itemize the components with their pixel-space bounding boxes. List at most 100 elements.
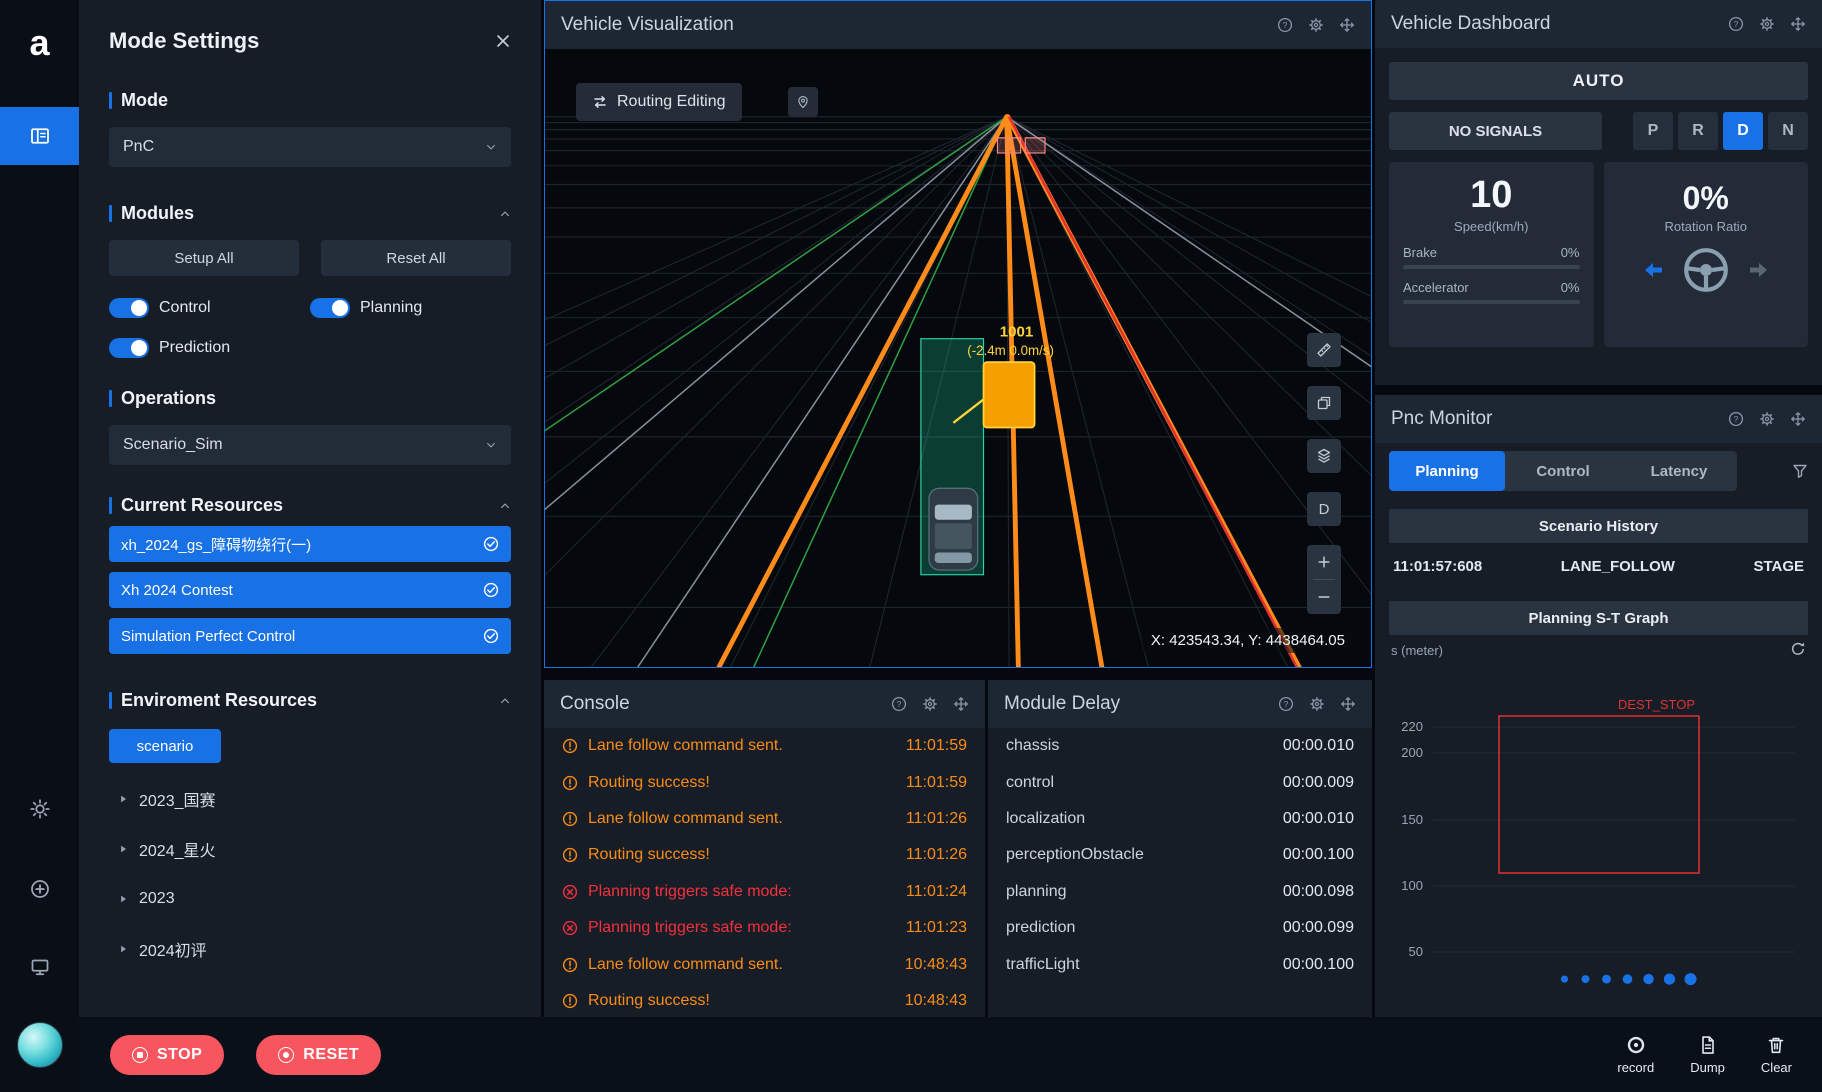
module-delay-row: control00:00.009 xyxy=(988,764,1372,800)
brake-bar xyxy=(1403,265,1580,269)
resource-item[interactable]: xh_2024_gs_障碍物绕行(一) xyxy=(109,526,511,562)
operations-select[interactable]: Scenario_Sim xyxy=(109,425,511,465)
chevron-up-icon[interactable] xyxy=(499,208,511,220)
mode-select[interactable]: PnC xyxy=(109,127,511,167)
resource-item-label: xh_2024_gs_障碍物绕行(一) xyxy=(121,534,311,555)
pnc-tab[interactable]: Planning xyxy=(1389,451,1505,491)
mode-section-label: Mode xyxy=(121,90,511,111)
operations-select-value: Scenario_Sim xyxy=(123,436,223,454)
help-icon[interactable] xyxy=(1278,696,1294,712)
caret-right-icon xyxy=(117,893,129,905)
clear-button[interactable]: Clear xyxy=(1761,1035,1792,1075)
module-name: control xyxy=(1006,774,1054,792)
apollo-logo: a xyxy=(0,22,79,64)
signals-indicator: NO SIGNALS xyxy=(1389,112,1602,150)
module-name: chassis xyxy=(1006,737,1059,755)
accelerator-percent: 0% xyxy=(1561,280,1580,295)
help-icon[interactable] xyxy=(891,696,907,712)
layers-icon xyxy=(1316,448,1332,464)
dest-stop-label: DEST_STOP xyxy=(1618,697,1695,712)
reset-button[interactable]: RESET xyxy=(256,1035,381,1075)
help-icon[interactable] xyxy=(1277,17,1293,33)
help-icon[interactable] xyxy=(1728,411,1744,427)
tree-item[interactable]: 2023_国赛 xyxy=(109,784,511,813)
section-operations: Operations xyxy=(109,388,511,409)
prediction-toggle[interactable] xyxy=(109,338,149,358)
resource-item[interactable]: Simulation Perfect Control xyxy=(109,618,511,654)
tree-item[interactable]: 2023 xyxy=(109,884,511,913)
zoom-in-button[interactable] xyxy=(1307,545,1341,579)
common-routing-button[interactable] xyxy=(788,87,818,117)
stop-button[interactable]: STOP xyxy=(110,1035,224,1075)
move-panel-icon[interactable] xyxy=(1340,696,1356,712)
section-mode: Mode xyxy=(109,90,511,111)
user-avatar[interactable] xyxy=(17,1022,63,1068)
add-panel-button[interactable] xyxy=(0,879,79,899)
settings-gear-icon[interactable] xyxy=(1309,696,1325,712)
ruler-tool-button[interactable] xyxy=(1307,333,1341,367)
settings-gear-icon[interactable] xyxy=(1759,411,1775,427)
module-delay-value: 00:00.010 xyxy=(1283,810,1354,828)
layers-button[interactable] xyxy=(1307,439,1341,473)
module-name: localization xyxy=(1006,810,1085,828)
console-log-row: Planning triggers safe mode: 11:01:24 xyxy=(544,874,985,910)
check-circle-icon xyxy=(483,582,499,598)
ego-vehicle[interactable] xyxy=(929,488,978,570)
section-modules: Modules xyxy=(109,203,511,224)
theme-toggle-button[interactable] xyxy=(0,799,79,819)
settings-gear-icon[interactable] xyxy=(1759,16,1775,32)
resource-manager-button[interactable] xyxy=(0,957,79,977)
speed-card: 10 Speed(km/h) Brake 0% Accelerator 0% xyxy=(1389,162,1594,347)
module-delay-value: 00:00.098 xyxy=(1283,883,1354,901)
refresh-icon[interactable] xyxy=(1790,641,1806,657)
tree-item[interactable]: 2024初评 xyxy=(109,934,511,963)
move-panel-icon[interactable] xyxy=(1790,16,1806,32)
record-button[interactable]: record xyxy=(1617,1035,1654,1075)
settings-gear-icon[interactable] xyxy=(922,696,938,712)
module-delay-value: 00:00.099 xyxy=(1283,919,1354,937)
accelerator-bar xyxy=(1403,300,1580,304)
scenario-tag-button[interactable]: scenario xyxy=(109,729,221,763)
zoom-out-button[interactable] xyxy=(1307,580,1341,614)
module-name: planning xyxy=(1006,883,1067,901)
move-panel-icon[interactable] xyxy=(1339,17,1355,33)
caret-right-icon xyxy=(117,943,129,955)
move-panel-icon[interactable] xyxy=(953,696,969,712)
chevron-up-icon[interactable] xyxy=(499,695,511,707)
copy-view-button[interactable] xyxy=(1307,386,1341,420)
tree-item[interactable]: 2024_星火 xyxy=(109,834,511,863)
plus-circle-icon xyxy=(30,879,50,899)
panel-header: Vehicle Visualization xyxy=(545,1,1371,49)
pnc-tab[interactable]: Control xyxy=(1505,451,1621,491)
sidebar-item-mode-settings[interactable] xyxy=(0,107,79,165)
pnc-tab[interactable]: Latency xyxy=(1621,451,1737,491)
chevron-up-icon[interactable] xyxy=(499,500,511,512)
view-mode-d-button[interactable]: D xyxy=(1307,492,1341,526)
console-title: Console xyxy=(560,693,891,715)
setup-all-button[interactable]: Setup All xyxy=(109,240,299,276)
filter-icon[interactable] xyxy=(1792,463,1808,479)
planning-toggle[interactable] xyxy=(310,298,350,318)
module-name: trafficLight xyxy=(1006,956,1080,974)
console-log-time: 11:01:26 xyxy=(906,810,967,828)
far-obstacles xyxy=(997,138,1045,153)
viz-canvas-area: 1001 (-2.4m 0.0m/s) Routing Editing D xyxy=(545,49,1371,667)
help-icon[interactable] xyxy=(1728,16,1744,32)
control-toggle[interactable] xyxy=(109,298,149,318)
copy-icon xyxy=(1316,395,1332,411)
reset-button-label: RESET xyxy=(303,1046,359,1064)
routing-editing-button[interactable]: Routing Editing xyxy=(576,83,742,121)
3d-scene-canvas[interactable]: 1001 (-2.4m 0.0m/s) xyxy=(545,49,1371,667)
console-log-row: Lane follow command sent. 10:48:43 xyxy=(544,946,985,982)
dump-button[interactable]: Dump xyxy=(1690,1035,1725,1075)
close-icon[interactable] xyxy=(495,33,511,49)
console-panel: Console Lane follow command sent. 11:01:… xyxy=(544,680,985,1017)
settings-gear-icon[interactable] xyxy=(1308,17,1324,33)
resource-item[interactable]: Xh 2024 Contest xyxy=(109,572,511,608)
move-panel-icon[interactable] xyxy=(1790,411,1806,427)
rotation-value: 0% xyxy=(1618,182,1795,216)
module-delay-row: localization 00:00.010 xyxy=(988,801,1372,837)
current-resources-label: Current Resources xyxy=(121,495,499,516)
reset-all-button[interactable]: Reset All xyxy=(321,240,511,276)
console-log-row: Lane follow command sent. 11:01:59 xyxy=(544,728,985,764)
